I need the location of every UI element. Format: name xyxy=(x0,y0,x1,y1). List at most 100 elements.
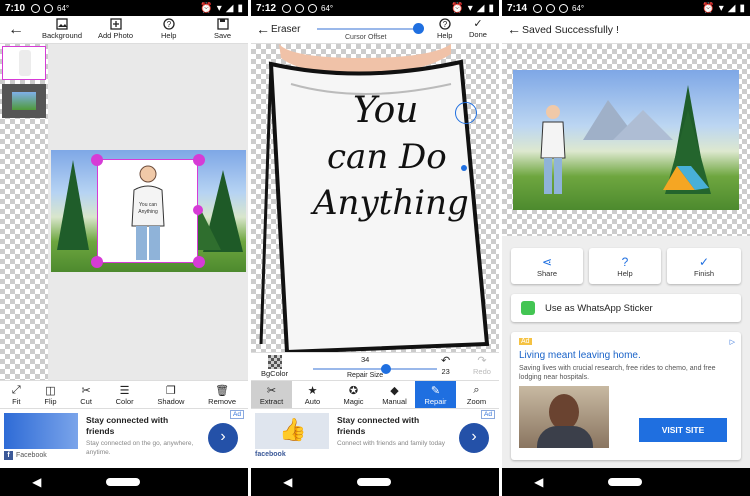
back-arrow-icon[interactable]: ← xyxy=(507,21,521,37)
result-image[interactable] xyxy=(513,70,739,210)
redo-icon: ↷ xyxy=(477,355,487,367)
ad-title: Stay connected with friends xyxy=(337,415,420,436)
erase-canvas[interactable]: You can Do Anything xyxy=(251,44,499,352)
android-navbar: ◀ xyxy=(502,468,750,496)
remove-button[interactable]: 🗑 Remove xyxy=(208,384,236,406)
help-icon: ? xyxy=(439,18,451,30)
undo-button[interactable]: ↶ 23 xyxy=(441,355,450,376)
back-arrow-icon[interactable]: ← xyxy=(256,21,270,37)
extract-label: Extract xyxy=(259,396,284,406)
ad-open-button[interactable]: › xyxy=(208,423,238,453)
battery-icon: ▮ xyxy=(488,2,494,14)
repair-tool[interactable]: ✎ Repair xyxy=(415,381,456,408)
facebook-ad[interactable]: 👍 facebook Stay connected with friends C… xyxy=(251,408,499,468)
handle-rotate[interactable] xyxy=(193,154,205,166)
eraser-icon: ◆ xyxy=(390,384,399,397)
android-navbar: ◀ xyxy=(251,468,499,496)
done-button[interactable]: ✓ Done xyxy=(469,18,487,39)
ad-advertiser: facebook xyxy=(255,451,286,458)
fit-button[interactable]: ⤢ Fit xyxy=(12,384,21,406)
ad-body: Stay connected on the go, anywhere, anyt… xyxy=(86,440,194,456)
nav-back-icon[interactable]: ◀ xyxy=(283,475,292,489)
ad-body: Saving lives with crucial research, free… xyxy=(519,365,716,381)
trash-icon: 🗑 xyxy=(215,384,230,397)
wifi-icon: ▾ xyxy=(216,2,222,14)
ad-photo xyxy=(519,386,609,448)
selected-girl-layer[interactable]: You can Anything xyxy=(97,159,198,263)
display-ad[interactable]: Ad ▷ Living meant leaving home. Saving l… xyxy=(511,332,741,460)
fit-icon: ⤢ xyxy=(11,383,21,396)
eraser-tools-bar: ✂ Extract ★ Auto ✪ Magic ◆ Manual ✎ Repair ⌕ Z… xyxy=(251,380,499,408)
notification-icon xyxy=(559,3,569,13)
whatsapp-sticker-button[interactable]: Use as WhatsApp Sticker xyxy=(511,294,741,322)
magic-tool[interactable]: ✪ Magic xyxy=(333,381,374,408)
eraser-cursor-ring[interactable] xyxy=(455,102,477,124)
handle-close[interactable] xyxy=(91,154,103,166)
signal-icon: ◢ xyxy=(225,2,234,14)
flip-label: Flip xyxy=(44,396,57,406)
status-bar: 7:10 64° ⏰ ▾ ◢ ▮ xyxy=(0,0,248,16)
back-arrow-icon[interactable]: ← xyxy=(8,21,24,39)
help-button[interactable]: ? Help xyxy=(437,18,452,40)
ad-tag: Ad xyxy=(230,410,244,419)
handle-scale[interactable] xyxy=(193,256,205,268)
screen-eraser: 7:12 64° ⏰ ▾ ◢ ▮ ← Eraser Cursor Offset … xyxy=(251,0,499,496)
ad-open-button[interactable]: › xyxy=(459,423,489,453)
status-bar: 7:12 64° ⏰ ▾ ◢ ▮ xyxy=(251,0,499,16)
sliders-icon: ☰ xyxy=(119,384,130,397)
slider-thumb[interactable] xyxy=(413,23,424,34)
shadow-button[interactable]: ❐ Shadow xyxy=(157,384,184,406)
eraser-cursor-dot[interactable] xyxy=(461,165,467,171)
slider-label: Cursor Offset xyxy=(345,34,387,41)
nav-back-icon[interactable]: ◀ xyxy=(32,475,41,489)
saved-toolbar: ← Saved Successfully ! xyxy=(502,16,750,44)
layer-thumb-girl[interactable] xyxy=(2,46,46,80)
notification-icon xyxy=(31,3,41,13)
background-button[interactable]: Background xyxy=(42,18,82,40)
wifi-icon: ▾ xyxy=(718,2,724,14)
auto-tool[interactable]: ★ Auto xyxy=(292,381,333,408)
notification-icon xyxy=(44,3,54,13)
bgcolor-label: BgColor xyxy=(261,369,289,378)
cut-button[interactable]: ✂ Cut xyxy=(80,384,92,406)
flip-icon: ◫ xyxy=(45,384,56,397)
color-label: Color xyxy=(115,396,134,406)
redo-button[interactable]: ↷ Redo xyxy=(473,355,491,376)
handle-left[interactable] xyxy=(91,256,103,268)
finish-button[interactable]: ✓ Finish xyxy=(667,248,741,284)
manual-tool[interactable]: ◆ Manual xyxy=(374,381,415,408)
zoom-tool[interactable]: ⌕ Zoom xyxy=(456,381,497,408)
handle-right[interactable] xyxy=(193,205,203,215)
nav-home-pill[interactable] xyxy=(356,478,391,486)
undo-count: 23 xyxy=(441,367,450,376)
nav-home-pill[interactable] xyxy=(105,478,140,486)
extract-tool[interactable]: ✂ Extract xyxy=(251,381,292,408)
facebook-icon: f xyxy=(4,451,13,460)
notification-icon xyxy=(546,3,556,13)
help-button[interactable]: ? Help xyxy=(161,18,176,40)
help-button[interactable]: ? Help xyxy=(589,248,661,284)
facebook-ad[interactable]: f Facebook Stay connected with friends St… xyxy=(0,408,248,468)
add-photo-button[interactable]: Add Photo xyxy=(98,18,133,40)
check-icon: ✓ xyxy=(473,18,483,30)
nav-back-icon[interactable]: ◀ xyxy=(534,475,543,489)
layer-thumb-background[interactable] xyxy=(2,84,46,118)
color-button[interactable]: ☰ Color xyxy=(116,384,134,406)
ad-image: 👍 xyxy=(255,413,329,449)
notification-icon xyxy=(295,3,305,13)
save-button[interactable]: Save xyxy=(214,18,231,40)
magic-label: Magic xyxy=(343,396,364,406)
background-label: Background xyxy=(42,31,83,40)
visit-site-button[interactable]: VISIT SITE xyxy=(639,418,727,442)
share-button[interactable]: ⋖ Share xyxy=(511,248,583,284)
search-icon: ⌕ xyxy=(473,383,480,396)
remove-label: Remove xyxy=(208,396,237,406)
flip-button[interactable]: ◫ Flip xyxy=(44,384,56,406)
girl-figure-icon: You can Anything xyxy=(131,165,165,260)
bgcolor-button[interactable]: BgColor xyxy=(261,355,288,378)
android-navbar: ◀ xyxy=(0,468,248,496)
adchoices-icon: ▷ xyxy=(729,339,735,346)
status-time: 7:14 xyxy=(507,2,528,14)
nav-home-pill[interactable] xyxy=(607,478,642,486)
editor-toolbar: ← Background Add Photo ? Help Save xyxy=(0,16,248,44)
